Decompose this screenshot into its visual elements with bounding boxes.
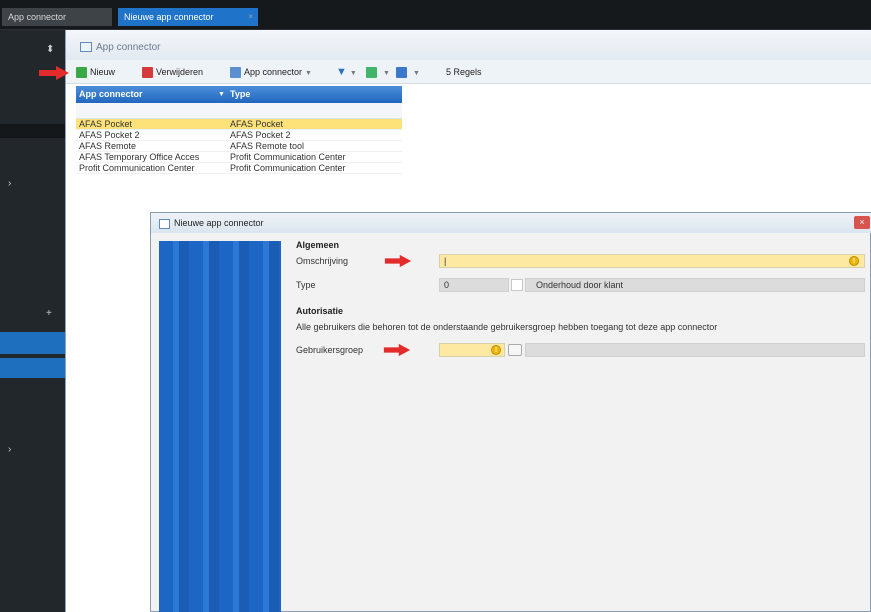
description-label: Omschrijving bbox=[296, 256, 349, 266]
select-button[interactable]: ▼ bbox=[396, 65, 420, 79]
annotation-arrow-icon bbox=[384, 254, 412, 268]
annotation-arrow-icon bbox=[383, 343, 411, 357]
chevron-down-icon: ▼ bbox=[383, 70, 390, 77]
tab-close-icon[interactable]: × bbox=[248, 8, 253, 26]
delete-icon bbox=[142, 67, 153, 79]
rail-selected-item[interactable] bbox=[0, 332, 65, 354]
annotation-arrow-icon bbox=[39, 66, 69, 80]
table-row[interactable]: AFAS Pocket AFAS Pocket bbox=[76, 119, 402, 130]
maintained-by-client-checkbox[interactable] bbox=[511, 279, 523, 291]
expand-icon[interactable]: › bbox=[8, 178, 11, 189]
sort-icon[interactable]: ▼ bbox=[218, 88, 225, 101]
rail-band bbox=[0, 124, 65, 138]
usergroup-description-field bbox=[525, 343, 865, 357]
tab-app-connector[interactable]: App connector bbox=[2, 8, 112, 26]
window-title: App connector bbox=[80, 41, 161, 55]
grid-header: App connector ▼ Type bbox=[76, 86, 402, 103]
table-row[interactable]: AFAS Remote AFAS Remote tool bbox=[76, 141, 402, 152]
section-heading-general: Algemeen bbox=[296, 240, 340, 250]
tab-new-app-connector[interactable]: Nieuwe app connector × bbox=[118, 8, 258, 26]
table-row[interactable]: AFAS Pocket 2 AFAS Pocket 2 bbox=[76, 130, 402, 141]
app-connector-menu[interactable]: App connector ▼ bbox=[230, 65, 312, 79]
close-icon[interactable]: × bbox=[854, 216, 870, 229]
usergroup-label: Gebruikersgroep bbox=[296, 345, 364, 355]
expand-icon-2[interactable]: › bbox=[8, 444, 11, 455]
window-header: App connector bbox=[66, 30, 871, 60]
filter-icon: ▼ bbox=[336, 66, 347, 78]
dialog-header: Nieuwe app connector × bbox=[151, 213, 871, 233]
top-tab-bar: App connector Nieuwe app connector × bbox=[0, 0, 871, 30]
view-button[interactable]: ▼ bbox=[366, 65, 390, 79]
add-icon[interactable]: + bbox=[46, 308, 52, 319]
type-label: Type bbox=[296, 280, 316, 290]
app-connector-grid: App connector ▼ Type AFAS Pocket AFAS Po… bbox=[76, 86, 402, 174]
app-connector-icon bbox=[230, 67, 241, 79]
table-row[interactable]: Profit Communication Center Profit Commu… bbox=[76, 163, 402, 174]
chevron-down-icon: ▼ bbox=[413, 70, 420, 77]
rail-selected-item-2[interactable] bbox=[0, 358, 65, 378]
table-row[interactable]: AFAS Temporary Office Acces Profit Commu… bbox=[76, 152, 402, 163]
authorization-description: Alle gebruikers die behoren tot de onder… bbox=[296, 322, 718, 332]
type-field: 0 bbox=[439, 278, 509, 292]
new-app-connector-dialog: Nieuwe app connector × Algemeen Omschrij… bbox=[150, 212, 871, 612]
column-header-type[interactable]: Type bbox=[230, 88, 400, 101]
column-header-app-connector[interactable]: App connector bbox=[79, 88, 229, 101]
row-count: 5 Regels bbox=[446, 67, 482, 77]
lookup-button[interactable] bbox=[508, 344, 522, 356]
checkbox-icon bbox=[396, 67, 407, 79]
required-icon: ! bbox=[491, 345, 501, 355]
new-button[interactable]: Nieuw bbox=[76, 65, 115, 79]
description-field[interactable]: | bbox=[439, 254, 865, 268]
dialog-icon bbox=[159, 218, 170, 229]
pin-icon[interactable]: ⬍ bbox=[46, 44, 54, 55]
new-icon bbox=[76, 67, 87, 79]
chevron-down-icon: ▼ bbox=[305, 70, 312, 77]
toolbar: Nieuw Verwijderen App connector ▼ ▼ ▼ ▼ ▼ … bbox=[66, 60, 871, 84]
left-navigation-rail: ⬍ › + › bbox=[0, 30, 65, 612]
window-icon bbox=[80, 42, 92, 53]
required-icon: ! bbox=[849, 256, 859, 266]
delete-button[interactable]: Verwijderen bbox=[142, 65, 203, 79]
view-icon bbox=[366, 67, 377, 79]
filter-button[interactable]: ▼ ▼ bbox=[336, 65, 357, 79]
grid-filter-row[interactable] bbox=[76, 103, 402, 119]
chevron-down-icon: ▼ bbox=[349, 70, 357, 77]
client-maintenance-field: Onderhoud door klant bbox=[525, 278, 865, 292]
section-heading-authorization: Autorisatie bbox=[296, 306, 344, 316]
dialog-title: Nieuwe app connector bbox=[159, 217, 264, 229]
dialog-side-panel bbox=[159, 241, 281, 612]
